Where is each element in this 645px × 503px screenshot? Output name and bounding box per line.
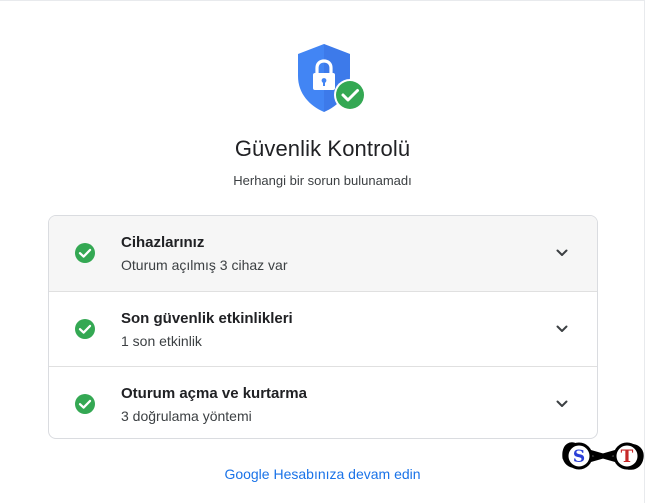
item-devices[interactable]: Cihazlarınız Oturum açılmış 3 cihaz var — [49, 216, 597, 291]
chevron-down-icon[interactable] — [553, 395, 571, 413]
item-title: Cihazlarınız — [121, 234, 205, 251]
watermark-letter-t: T — [621, 447, 634, 467]
continue-to-account-link[interactable]: Google Hesabınıza devam edin — [0, 466, 645, 482]
watermark-letter-s: S — [573, 447, 585, 467]
item-title: Oturum açma ve kurtarma — [121, 385, 307, 402]
chevron-down-icon[interactable] — [553, 244, 571, 262]
item-subtitle: Oturum açılmış 3 cihaz var — [121, 257, 288, 273]
item-subtitle: 3 doğrulama yöntemi — [121, 408, 252, 424]
top-divider — [0, 0, 645, 1]
chevron-down-icon[interactable] — [553, 320, 571, 338]
item-recent-security-activity[interactable]: Son güvenlik etkinlikleri 1 son etkinlik — [49, 291, 597, 367]
item-title: Son güvenlik etkinlikleri — [121, 310, 293, 327]
shield-lock-icon — [298, 44, 366, 112]
check-circle-icon — [75, 394, 95, 414]
security-checkup-card: Cihazlarınız Oturum açılmış 3 cihaz var … — [48, 215, 598, 439]
page-title: Güvenlik Kontrolü — [234, 136, 411, 161]
item-subtitle: 1 son etkinlik — [121, 333, 202, 349]
check-circle-icon — [75, 243, 95, 263]
page-subtitle: Herhangi bir sorun bulunamadı — [233, 173, 412, 188]
watermark-logo: S T — [562, 442, 644, 470]
item-sign-in-and-recovery[interactable]: Oturum açma ve kurtarma 3 doğrulama yönt… — [49, 366, 597, 438]
check-circle-icon — [75, 319, 95, 339]
